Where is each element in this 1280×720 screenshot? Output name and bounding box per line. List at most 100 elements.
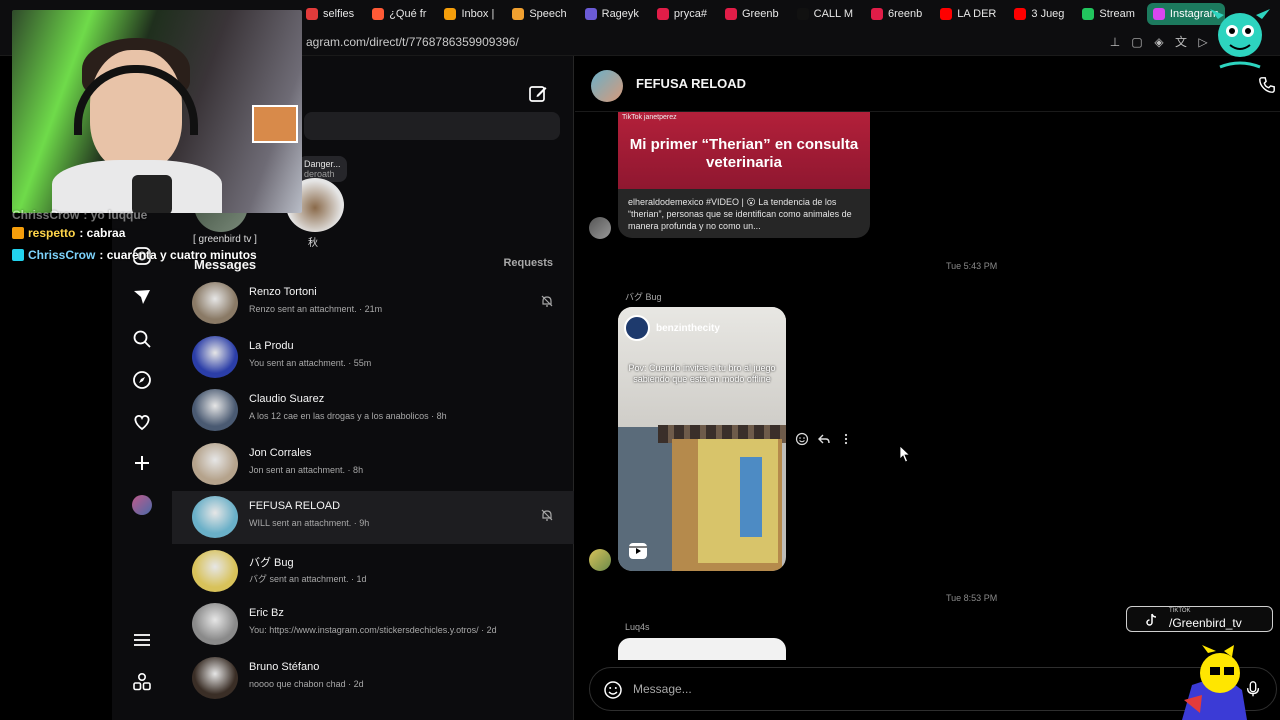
conversation-row[interactable]: FEFUSA RELOAD WILL sent an attachment. · …	[172, 491, 574, 544]
translate-icon[interactable]: 文	[1174, 35, 1188, 49]
story-label-aki: 秋	[308, 238, 318, 249]
tab-favicon-icon	[724, 8, 737, 20]
reel-author-avatar	[624, 315, 650, 341]
browser-tab[interactable]: Speech	[506, 3, 572, 25]
reply-icon[interactable]	[817, 432, 831, 446]
conversation-name: Renzo Tortoni	[249, 286, 317, 298]
stream-chat-overlay: ChrissCrow : yo luqque respetto : cabraa…	[12, 208, 257, 266]
conversation-row[interactable]: Jon Corrales Jon sent an attachment. · 8h	[172, 438, 574, 491]
browser-tab[interactable]: selfies	[300, 3, 360, 25]
tiktok-label: TIKTOK	[1169, 608, 1191, 614]
browser-tab[interactable]: Stream	[1076, 3, 1140, 25]
conversation-preview: Renzo sent an attachment. · 21m	[249, 304, 383, 314]
tab-favicon-icon	[1152, 8, 1165, 20]
tab-label: Greenb	[741, 8, 779, 20]
tab-label: LA DER	[957, 8, 997, 20]
sender-avatar[interactable]	[589, 549, 611, 571]
search-input[interactable]	[304, 112, 560, 140]
tab-label: ¿Qué fr	[389, 8, 427, 20]
conversation-preview: Jon sent an attachment. · 8h	[249, 464, 364, 475]
mouse-cursor-icon	[899, 445, 911, 463]
conversation-avatar	[192, 549, 238, 592]
messenger-icon[interactable]	[132, 287, 152, 307]
new-message-icon[interactable]	[528, 84, 548, 104]
shared-post-image-text: Mi primer “Therian” en consulta veterina…	[629, 136, 859, 171]
browser-tab[interactable]: ¿Qué fr	[366, 3, 432, 25]
conversation-name: La Produ	[249, 339, 294, 352]
browser-tab[interactable]: 6reenb	[865, 3, 928, 25]
shield-icon[interactable]: ◈	[1152, 35, 1166, 49]
conversation-name: バグ Bug	[249, 556, 294, 569]
sender-avatar[interactable]	[589, 217, 611, 239]
stream-chat-line: ChrissCrow : cuarenta y cuatro minutos	[12, 244, 257, 266]
chat-avatar[interactable]	[591, 70, 623, 102]
profile-avatar[interactable]	[132, 495, 152, 515]
react-emoji-icon[interactable]	[795, 432, 809, 446]
reel-towel	[740, 457, 762, 537]
more-options-icon[interactable]	[839, 432, 853, 446]
threads-apps-icon[interactable]	[132, 672, 152, 692]
screenshot-icon[interactable]: ▢	[1130, 35, 1144, 49]
browser-tab[interactable]: pryca#	[651, 3, 713, 25]
reel-overlay-text: Pov: Cuando invitas a tu bro al juego sa…	[628, 363, 776, 384]
tab-favicon-icon	[444, 8, 457, 20]
heart-icon[interactable]	[132, 412, 152, 432]
conversation-preview: バグ sent an attachment. · 1d	[249, 573, 367, 584]
conversation-avatar	[192, 496, 238, 538]
tab-favicon-icon	[306, 8, 318, 20]
browser-tab[interactable]: Inbox |	[438, 3, 500, 25]
conversation-avatar	[192, 603, 238, 645]
emoji-icon[interactable]	[603, 680, 623, 700]
chat-message: : cabraa	[79, 226, 126, 240]
tab-favicon-icon	[870, 8, 883, 20]
muted-bell-icon	[541, 509, 553, 521]
message-hover-actions	[795, 432, 853, 446]
chat-badge-icon	[12, 227, 24, 239]
shared-reel[interactable]: benzinthecity Pov: Cuando invitas a tu b…	[618, 307, 786, 571]
create-plus-icon[interactable]	[132, 453, 152, 473]
stream-chat-line: ChrissCrow : yo luqque	[12, 208, 257, 222]
reel-author: benzinthecity	[624, 315, 720, 341]
tab-label: Stream	[1099, 8, 1135, 20]
explore-icon[interactable]	[132, 370, 152, 390]
conversation-row[interactable]: Renzo Tortoni Renzo sent an attachment. ·…	[172, 277, 574, 330]
tab-favicon-icon	[584, 8, 597, 20]
address-bar-icons: ⊥ ▢ ◈ 文 ▷	[1108, 35, 1210, 49]
conversation-row[interactable]: La Produ You sent an attachment. · 55m	[172, 331, 574, 384]
browser-tab[interactable]: 3 Jueg	[1008, 3, 1070, 25]
tab-favicon-icon	[940, 8, 953, 20]
chat-header: FEFUSA RELOAD	[575, 56, 1280, 112]
browser-tab[interactable]: Greenb	[719, 3, 785, 25]
reels-icon	[629, 543, 647, 559]
menu-icon[interactable]	[132, 630, 152, 650]
pin-icon[interactable]: ⊥	[1108, 35, 1122, 49]
mascot-character-icon	[1182, 645, 1247, 720]
stream-chat-line: respetto : cabraa	[12, 222, 257, 244]
shared-post-card[interactable]: TikTok janetperez Mi primer “Therian” en…	[618, 112, 870, 238]
webcam-pip-image	[252, 105, 298, 143]
chat-title[interactable]: FEFUSA RELOAD	[636, 76, 746, 91]
shared-post-card-partial[interactable]	[618, 638, 786, 660]
browser-tab[interactable]: LA DER	[934, 3, 1002, 25]
tab-favicon-icon	[512, 8, 525, 20]
tab-label: Inbox |	[461, 8, 495, 20]
search-icon[interactable]	[132, 329, 152, 349]
tiktok-handle: /Greenbird_tv	[1169, 616, 1242, 630]
chat-username: ChrissCrow	[28, 248, 96, 262]
browser-tab[interactable]: Rageyk	[579, 3, 645, 25]
sender-name: バグ Bug	[625, 292, 662, 302]
conversation-preview: noooo que chabon chad · 2d	[249, 678, 364, 689]
message-input[interactable]: Message...	[633, 682, 692, 696]
conversation-row[interactable]: バグ Bug バグ sent an attachment. · 1d	[172, 545, 574, 598]
conversation-row[interactable]: Claudio Suarez A los 12 cae en las drogas…	[172, 384, 574, 437]
url-text[interactable]: agram.com/direct/t/7768786359909396/	[306, 35, 519, 49]
tiktok-logo-icon	[1146, 613, 1157, 626]
browser-tab[interactable]: CALL M	[791, 3, 859, 25]
phone-icon[interactable]	[1258, 76, 1276, 94]
conversation-row[interactable]: Bruno Stéfano noooo que chabon chad · 2d	[172, 652, 574, 705]
webcam-overlay	[12, 10, 302, 213]
conversation-preview: You sent an attachment. · 55m	[249, 357, 372, 368]
timestamp: Tue 8:53 PM	[946, 593, 998, 603]
requests-link[interactable]: Requests	[503, 257, 553, 269]
conversation-row[interactable]: Eric Bz You: https://www.instagram.com/st…	[172, 598, 574, 651]
